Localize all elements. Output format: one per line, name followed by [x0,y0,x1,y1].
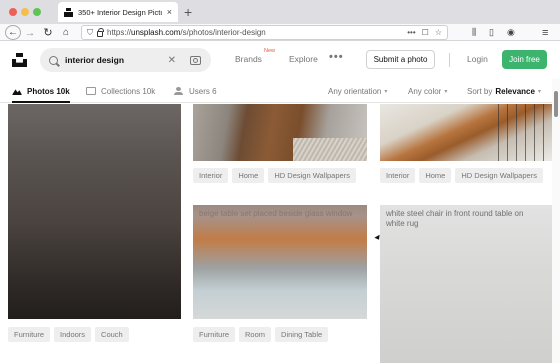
tab-title: 350+ Interior Design Pictures [ [78,7,162,17]
new-badge: New [264,48,276,54]
search-icon[interactable] [49,55,58,65]
close-tab-icon[interactable]: × [167,7,172,17]
tag-home[interactable]: Home [419,168,452,183]
photo-icon [12,89,22,95]
account-icon[interactable]: ◉ [507,24,515,41]
unsplash-logo-icon[interactable] [12,53,27,67]
browser-toolbar: ← → ↻ ⌂ ⛉ https://unsplash.com/s/photos/… [0,24,560,41]
tab-collections-label: Collections 10k [101,86,156,96]
address-bar[interactable]: ⛉ https://unsplash.com/s/photos/interior… [81,25,448,40]
join-free-button[interactable]: Join free [502,50,547,69]
page-scrollbar[interactable] [552,79,560,363]
tag-indoors[interactable]: Indoors [54,327,92,342]
tag-hd-design-wallpapers[interactable]: HD Design Wallpapers [455,168,543,183]
bookmark-star-icon[interactable]: ☆ [435,28,442,37]
tab-collections[interactable]: Collections 10k [86,79,155,103]
zoom-window-button[interactable] [33,8,41,16]
filter-bar: Photos 10k Collections 10k Users 6 Any o… [0,79,560,103]
close-window-button[interactable] [9,8,17,16]
chevron-down-icon: ▾ [444,88,448,95]
tab-photos[interactable]: Photos 10k [12,79,70,103]
more-options-icon[interactable]: ••• [329,51,344,63]
scrollbar-thumb[interactable] [554,91,558,117]
explore-link[interactable]: Explore [289,54,318,64]
reload-button[interactable]: ↻ [42,24,54,41]
pocket-icon[interactable]: ☐ [422,28,429,37]
tag-list: Furniture Room Dining Table [193,327,329,342]
tag-dining-table[interactable]: Dining Table [275,327,329,342]
visual-search-icon[interactable] [190,55,201,65]
photo-white-chair[interactable]: white steel chair in front round table o… [380,205,552,363]
users-icon [174,87,184,95]
tag-list: Furniture Indoors Couch [8,327,129,342]
orientation-label: Any orientation [328,86,382,96]
page-actions-icon[interactable]: ••• [407,28,415,37]
tag-list: Interior Home HD Design Wallpapers [193,168,356,183]
shield-icon[interactable]: ⛉ [87,28,93,38]
lock-icon[interactable] [97,27,104,37]
tag-furniture[interactable]: Furniture [193,327,236,342]
site-header: interior design ✕ Brands New Explore •••… [0,41,560,79]
menu-icon[interactable]: ≡ [542,24,548,41]
back-button[interactable]: ← [5,25,21,40]
new-tab-button[interactable]: + [184,3,192,21]
search-bar[interactable]: interior design ✕ [40,48,211,72]
photo-interior-wood[interactable] [193,104,367,161]
url-text[interactable]: https://unsplash.com/s/photos/interior-d… [107,28,403,37]
divider [449,53,450,67]
browser-tab-bar: 350+ Interior Design Pictures [ × + [0,0,560,24]
sidebar-toggle-icon[interactable]: ▯ [489,24,494,41]
tag-couch[interactable]: Couch [95,327,129,342]
login-link[interactable]: Login [467,54,488,64]
tag-hd-design-wallpapers[interactable]: HD Design Wallpapers [268,168,356,183]
color-label: Any color [408,86,442,96]
tag-list: Interior Home HD Design Wallpapers [380,168,543,183]
tag-interior[interactable]: Interior [380,168,416,183]
url-actions: ••• ☐ ☆ [407,28,442,37]
search-input[interactable]: interior design [65,55,161,65]
home-button[interactable]: ⌂ [60,24,72,41]
minimize-window-button[interactable] [21,8,29,16]
photo-staircase[interactable] [380,104,552,161]
collection-icon [86,87,96,95]
unsplash-favicon-icon [64,7,73,17]
photo-alt-text: beige table set placed beside glass wind… [199,209,353,218]
tag-interior[interactable]: Interior [193,168,229,183]
color-dropdown[interactable]: Any color ▾ [408,79,447,103]
photo-table-set[interactable]: beige table set placed beside glass wind… [193,205,367,319]
tab-users[interactable]: Users 6 [174,79,217,103]
tag-room[interactable]: Room [239,327,272,342]
chevron-down-icon: ▾ [537,88,541,95]
tab-users-label: Users 6 [189,86,217,96]
clear-search-icon[interactable]: ✕ [168,55,176,66]
browser-tab[interactable]: 350+ Interior Design Pictures [ × [58,2,178,22]
photo-couch[interactable] [8,104,181,319]
photo-alt-text: white steel chair in front round table o… [386,209,524,228]
sort-dropdown[interactable]: Sort by Relevance ▾ [467,79,541,103]
photo-grid: Interior Home HD Design Wallpapers Inter… [0,104,552,363]
chevron-down-icon: ▾ [384,88,388,95]
orientation-dropdown[interactable]: Any orientation ▾ [328,79,387,103]
submit-photo-button[interactable]: Submit a photo [366,50,435,69]
library-icon[interactable]: ⫼ [472,24,476,41]
tag-furniture[interactable]: Furniture [8,327,51,342]
sort-value: Relevance [495,86,535,96]
brands-link[interactable]: Brands [235,54,262,64]
sort-prefix: Sort by [467,86,493,96]
forward-button[interactable]: → [24,24,36,41]
tag-home[interactable]: Home [232,168,265,183]
tab-photos-label: Photos 10k [27,86,70,96]
